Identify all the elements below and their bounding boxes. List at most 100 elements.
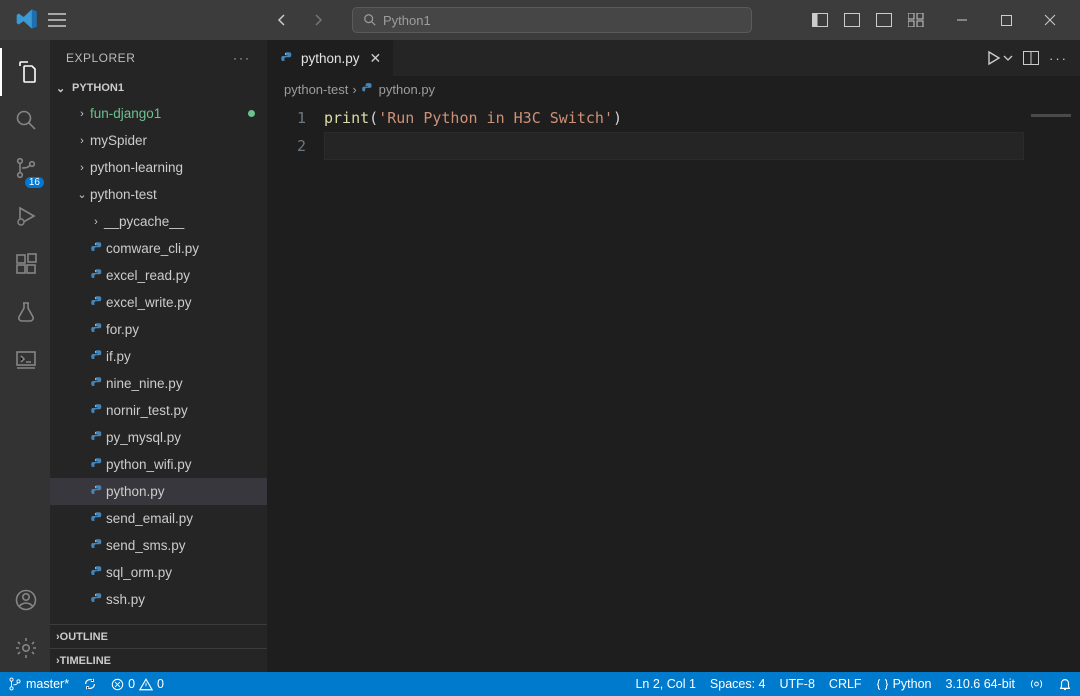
- search-activity-icon[interactable]: [0, 96, 50, 144]
- status-cursor[interactable]: Ln 2, Col 1: [635, 677, 695, 691]
- status-sync[interactable]: [83, 677, 97, 691]
- python-file-icon: [88, 430, 106, 445]
- source-control-activity-icon[interactable]: 16: [0, 144, 50, 192]
- breadcrumb-file[interactable]: python.py: [379, 82, 435, 97]
- editor-tab-bar: python.py ✕ ···: [268, 40, 1080, 76]
- folder-python-learning[interactable]: › python-learning: [50, 154, 267, 181]
- chevron-down-icon: ⌄: [74, 188, 90, 201]
- folder-fun-django1[interactable]: › fun-django1: [50, 100, 267, 127]
- file-label: nine_nine.py: [106, 376, 183, 391]
- settings-activity-icon[interactable]: [0, 624, 50, 672]
- status-branch[interactable]: master*: [8, 677, 69, 691]
- tab-python-py[interactable]: python.py ✕: [268, 40, 394, 76]
- run-dropdown-icon[interactable]: [1003, 53, 1013, 63]
- folder-label: python-learning: [90, 160, 183, 175]
- explorer-activity-icon[interactable]: [0, 48, 50, 96]
- status-interpreter[interactable]: 3.10.6 64-bit: [946, 677, 1016, 691]
- file-label: for.py: [106, 322, 139, 337]
- file-for-py[interactable]: for.py: [50, 316, 267, 343]
- activity-bar: 16: [0, 40, 50, 672]
- python-file-icon: [88, 268, 106, 283]
- layout-customize-icon[interactable]: [902, 6, 930, 34]
- file-send_email-py[interactable]: send_email.py: [50, 505, 267, 532]
- file-tree: › fun-django1 › mySpider › python-learni…: [50, 100, 267, 624]
- chevron-right-icon: ›: [74, 108, 90, 120]
- chevron-right-icon: ›: [88, 216, 104, 228]
- file-excel_write-py[interactable]: excel_write.py: [50, 289, 267, 316]
- status-spaces[interactable]: Spaces: 4: [710, 677, 766, 691]
- tab-close-icon[interactable]: ✕: [370, 50, 382, 67]
- nav-back-icon[interactable]: [268, 8, 296, 32]
- python-file-icon: [88, 457, 106, 472]
- python-file-icon: [88, 295, 106, 310]
- file-label: python.py: [106, 484, 165, 499]
- timeline-label: TIMELINE: [60, 655, 111, 667]
- window-close-icon[interactable]: [1028, 0, 1072, 40]
- code-line-1[interactable]: print('Run Python in H3C Switch'): [324, 104, 1024, 132]
- outline-section-header[interactable]: › OUTLINE: [50, 624, 267, 648]
- layout-sidebar-left-icon[interactable]: [806, 6, 834, 34]
- file-nine_nine-py[interactable]: nine_nine.py: [50, 370, 267, 397]
- explorer-title: EXPLORER: [66, 51, 135, 65]
- status-feedback-icon[interactable]: [1029, 677, 1044, 691]
- window-minimize-icon[interactable]: [940, 0, 984, 40]
- status-language[interactable]: Python: [876, 677, 932, 691]
- file-label: send_email.py: [106, 511, 193, 526]
- explorer-more-icon[interactable]: ···: [233, 51, 251, 65]
- nav-forward-icon[interactable]: [304, 8, 332, 32]
- editor-more-icon[interactable]: ···: [1049, 51, 1068, 66]
- timeline-section-header[interactable]: › TIMELINE: [50, 648, 267, 672]
- workspace-root-header[interactable]: ⌄ PYTHON1: [50, 76, 267, 100]
- folder-python-test[interactable]: ⌄ python-test: [50, 181, 267, 208]
- editor-area: python.py ✕ ··· python-test › python.py …: [268, 40, 1080, 672]
- code-line-2[interactable]: [324, 132, 1024, 160]
- bell-icon: [1058, 677, 1072, 691]
- git-branch-icon: [8, 677, 22, 691]
- window-maximize-icon[interactable]: [984, 0, 1028, 40]
- file-py_mysql-py[interactable]: py_mysql.py: [50, 424, 267, 451]
- sync-icon: [83, 677, 97, 691]
- testing-activity-icon[interactable]: [0, 288, 50, 336]
- folder-label: __pycache__: [104, 214, 184, 229]
- file-label: py_mysql.py: [106, 430, 181, 445]
- file-label: excel_write.py: [106, 295, 192, 310]
- run-debug-activity-icon[interactable]: [0, 192, 50, 240]
- minimap[interactable]: [1024, 104, 1080, 672]
- folder-myspider[interactable]: › mySpider: [50, 127, 267, 154]
- file-excel_read-py[interactable]: excel_read.py: [50, 262, 267, 289]
- file-if-py[interactable]: if.py: [50, 343, 267, 370]
- code-editor[interactable]: 1 2 print('Run Python in H3C Switch'): [268, 102, 1080, 672]
- status-encoding[interactable]: UTF-8: [780, 677, 815, 691]
- breadcrumb-folder[interactable]: python-test: [284, 82, 348, 97]
- split-editor-icon[interactable]: [1023, 51, 1039, 65]
- accounts-activity-icon[interactable]: [0, 576, 50, 624]
- status-bell-icon[interactable]: [1058, 677, 1072, 691]
- python-file-icon: [88, 565, 106, 580]
- title-bar: Python1: [0, 0, 1080, 40]
- command-center-search[interactable]: Python1: [352, 7, 752, 33]
- python-file-icon: [88, 538, 106, 553]
- file-label: sql_orm.py: [106, 565, 172, 580]
- extensions-activity-icon[interactable]: [0, 240, 50, 288]
- file-ssh-py[interactable]: ssh.py: [50, 586, 267, 613]
- file-comware_cli-py[interactable]: comware_cli.py: [50, 235, 267, 262]
- vscode-logo-icon: [16, 8, 40, 32]
- layout-sidebar-right-icon[interactable]: [870, 6, 898, 34]
- layout-panel-icon[interactable]: [838, 6, 866, 34]
- file-nornir_test-py[interactable]: nornir_test.py: [50, 397, 267, 424]
- folder-label: mySpider: [90, 133, 147, 148]
- breadcrumb[interactable]: python-test › python.py: [268, 76, 1080, 102]
- folder-pycache[interactable]: › __pycache__: [50, 208, 267, 235]
- file-send_sms-py[interactable]: send_sms.py: [50, 532, 267, 559]
- status-eol[interactable]: CRLF: [829, 677, 862, 691]
- run-file-icon[interactable]: [985, 50, 1001, 66]
- hamburger-menu-icon[interactable]: [48, 13, 88, 27]
- search-text: Python1: [383, 13, 431, 28]
- file-label: ssh.py: [106, 592, 145, 607]
- status-problems[interactable]: 0 0: [111, 677, 164, 691]
- file-python-py[interactable]: python.py: [50, 478, 267, 505]
- python-file-icon: [88, 511, 106, 526]
- file-python_wifi-py[interactable]: python_wifi.py: [50, 451, 267, 478]
- file-sql_orm-py[interactable]: sql_orm.py: [50, 559, 267, 586]
- remote-activity-icon[interactable]: [0, 336, 50, 384]
